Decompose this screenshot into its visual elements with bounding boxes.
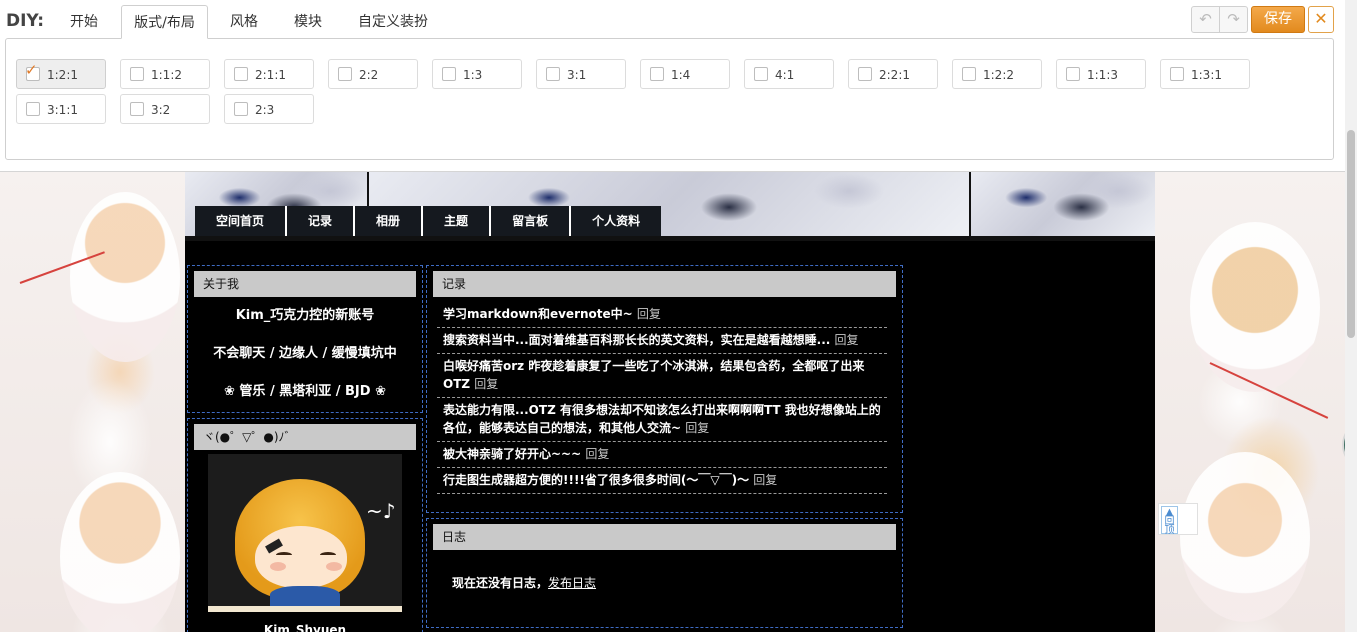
banner-image-right	[971, 172, 1155, 236]
avatar-panel: ヾ(●゜▽゜●)ﾉ゛ ~♪ Kim_Shyuen	[187, 418, 423, 632]
layout-option-1-2-1[interactable]: ✓ 1:2:1	[16, 59, 106, 89]
record-text[interactable]: 学习markdown和evernote中~	[443, 307, 633, 321]
checkbox[interactable]	[1066, 67, 1080, 81]
records-title: 记录	[433, 271, 896, 297]
layout-options-panel: ✓ 1:2:1 1:1:2 2:1:1 2:2 1:3 3:1 1:4 4:1 …	[5, 38, 1334, 160]
layout-option-2-2-1[interactable]: 2:2:1	[848, 59, 938, 89]
tab-custom-decor[interactable]: 自定义装扮	[350, 5, 436, 39]
layout-option-4-1[interactable]: 4:1	[744, 59, 834, 89]
about-me-line: 不会聊天 / 边缘人 / 缓慢填坑中	[213, 346, 397, 361]
checkbox[interactable]	[130, 102, 144, 116]
record-text[interactable]: 搜索资料当中...面对着维基百科那长长的英文资料，实在是越看越想睡...	[443, 333, 830, 347]
record-item[interactable]: 学习markdown和evernote中~ 回复	[443, 305, 888, 323]
layout-option-1-3-1[interactable]: 1:3:1	[1160, 59, 1250, 89]
reply-link[interactable]: 回复	[474, 377, 498, 391]
checkbox[interactable]	[1170, 67, 1184, 81]
layout-option-1-4[interactable]: 1:4	[640, 59, 730, 89]
checkbox[interactable]	[234, 67, 248, 81]
checkbox[interactable]	[130, 67, 144, 81]
reply-link[interactable]: 回复	[753, 473, 777, 487]
save-button[interactable]: 保存	[1251, 6, 1305, 33]
record-text[interactable]: 行走图生成器超方便的!!!!省了很多很多时间(～￣▽￣)～	[443, 473, 749, 487]
record-item[interactable]: 被大神亲骑了好开心~~~ 回复	[443, 445, 888, 463]
scrollbar-thumb[interactable]	[1347, 130, 1355, 338]
main-nav: 空间首页 记录 相册 主题 留言板 个人资料	[195, 206, 662, 236]
nav-divider	[185, 236, 1155, 241]
diary-empty-message: 现在还没有日志，发布日志	[452, 574, 596, 591]
reply-link[interactable]: 回复	[835, 333, 859, 347]
background-character-art	[70, 192, 180, 362]
diary-empty-text: 现在还没有日志，	[452, 576, 549, 590]
back-to-top-icon[interactable]: ▲ 回顶	[1161, 506, 1178, 536]
background-character-art	[60, 472, 180, 632]
avatar[interactable]: ~♪	[208, 454, 402, 612]
checkbox[interactable]	[650, 67, 664, 81]
background-character-art	[1180, 452, 1310, 622]
layout-option-1-3[interactable]: 1:3	[432, 59, 522, 89]
records-panel: 记录 学习markdown和evernote中~ 回复 搜索资料当中...面对着…	[426, 265, 903, 513]
reply-link[interactable]: 回复	[685, 421, 709, 435]
redo-icon[interactable]: ↷	[1219, 6, 1248, 33]
about-me-panel: 关于我 Kim_巧克力控的新账号 不会聊天 / 边缘人 / 缓慢填坑中 ❀ 管乐…	[187, 265, 423, 413]
checkbox[interactable]	[234, 102, 248, 116]
record-text[interactable]: 白喉好痛苦orz 昨夜趁着康复了一些吃了个冰淇淋，结果包含药，全都呕了出来OTZ	[443, 359, 864, 391]
checkbox[interactable]	[546, 67, 560, 81]
diy-label: DIY:	[6, 11, 45, 31]
back-to-top-button[interactable]: ▲ 回顶	[1158, 503, 1198, 536]
record-item[interactable]: 行走图生成器超方便的!!!!省了很多很多时间(～￣▽￣)～ 回复	[443, 471, 888, 489]
layout-option-1-1-3[interactable]: 1:1:3	[1056, 59, 1146, 89]
layout-option-3-1-1[interactable]: 3:1:1	[16, 94, 106, 124]
avatar-panel-title: ヾ(●゜▽゜●)ﾉ゛	[194, 424, 416, 450]
nav-item-themes[interactable]: 主题	[423, 206, 492, 236]
checkmark-icon: ✓	[25, 61, 38, 79]
diy-toolbar: DIY: 开始 版式/布局 风格 模块 自定义装扮 ↶ ↷ 保存 ✕ ✓ 1:2…	[0, 0, 1345, 172]
blog-container: 空间首页 记录 相册 主题 留言板 个人资料 关于我 Kim_巧克力控的新账号 …	[185, 172, 1155, 632]
record-text[interactable]: 表达能力有限...OTZ 有很多想法却不知该怎么打出来啊啊啊TT 我也好想像站上…	[443, 403, 881, 435]
diary-title: 日志	[433, 524, 896, 550]
tab-style[interactable]: 风格	[220, 5, 268, 39]
publish-diary-link[interactable]: 发布日志	[548, 576, 596, 590]
layout-option-2-2[interactable]: 2:2	[328, 59, 418, 89]
about-me-title: 关于我	[194, 271, 416, 297]
page-scrollbar[interactable]	[1345, 0, 1357, 632]
nav-item-album[interactable]: 相册	[355, 206, 424, 236]
layout-option-3-1[interactable]: 3:1	[536, 59, 626, 89]
background-character-art	[1190, 222, 1320, 392]
checkbox[interactable]	[754, 67, 768, 81]
undo-icon[interactable]: ↶	[1191, 6, 1220, 33]
diary-panel: 日志 现在还没有日志，发布日志	[426, 518, 903, 628]
layout-option-2-3[interactable]: 2:3	[224, 94, 314, 124]
avatar-username[interactable]: Kim_Shyuen	[188, 623, 422, 632]
record-item[interactable]: 白喉好痛苦orz 昨夜趁着康复了一些吃了个冰淇淋，结果包含药，全都呕了出来OTZ…	[443, 357, 888, 393]
about-me-line: ❀ 管乐 / 黑塔利亚 / BJD ❀	[224, 384, 386, 399]
record-item[interactable]: 搜索资料当中...面对着维基百科那长长的英文资料，实在是越看越想睡... 回复	[443, 331, 888, 349]
checkbox[interactable]	[338, 67, 352, 81]
tab-layout[interactable]: 版式/布局	[121, 5, 208, 39]
layout-option-1-1-2[interactable]: 1:1:2	[120, 59, 210, 89]
record-text[interactable]: 被大神亲骑了好开心~~~	[443, 447, 581, 461]
nav-item-home[interactable]: 空间首页	[195, 206, 288, 236]
checkbox[interactable]	[962, 67, 976, 81]
checkbox[interactable]	[442, 67, 456, 81]
layout-option-2-1-1[interactable]: 2:1:1	[224, 59, 314, 89]
tab-modules[interactable]: 模块	[284, 5, 332, 39]
layout-option-3-2[interactable]: 3:2	[120, 94, 210, 124]
reply-link[interactable]: 回复	[637, 307, 661, 321]
checkbox[interactable]	[26, 102, 40, 116]
music-note-icon: ~♪	[366, 499, 396, 523]
about-me-line: Kim_巧克力控的新账号	[235, 308, 375, 323]
nav-item-profile[interactable]: 个人资料	[571, 206, 661, 236]
tab-start[interactable]: 开始	[60, 5, 108, 39]
checkbox[interactable]	[858, 67, 872, 81]
record-item[interactable]: 表达能力有限...OTZ 有很多想法却不知该怎么打出来啊啊啊TT 我也好想像站上…	[443, 401, 888, 437]
nav-item-guestbook[interactable]: 留言板	[491, 206, 572, 236]
nav-item-records[interactable]: 记录	[287, 206, 356, 236]
layout-option-1-2-2[interactable]: 1:2:2	[952, 59, 1042, 89]
close-icon[interactable]: ✕	[1308, 6, 1334, 33]
reply-link[interactable]: 回复	[585, 447, 609, 461]
